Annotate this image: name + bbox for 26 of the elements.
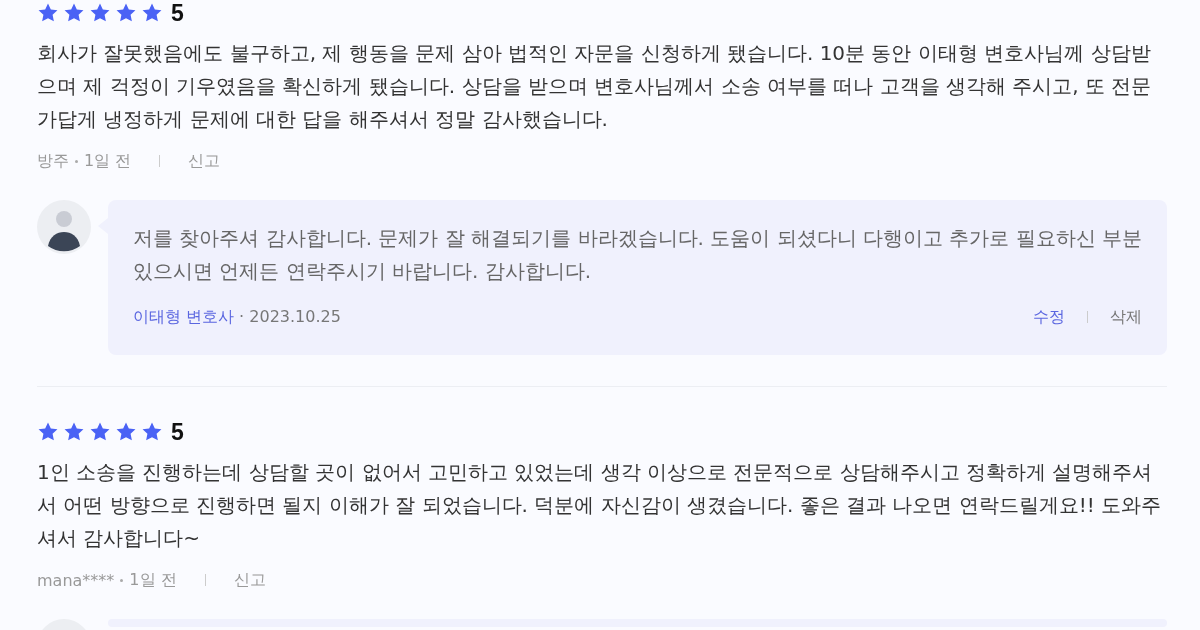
delete-link[interactable]: 삭제 (1110, 306, 1142, 328)
star-icon (115, 421, 137, 443)
reply-date: · 2023.10.25 (239, 306, 341, 328)
reply-text: 저를 찾아주셔 감사합니다. 문제가 잘 해결되기를 바라겠습니다. 도움이 되셨다니 다행이고 추가로 필요하신 부분 있으시면 언제든 연락주시기 바랍니다. 감사합니다. (133, 225, 1142, 285)
edit-link[interactable]: 수정 (1033, 306, 1065, 328)
star-icon (89, 421, 111, 443)
report-link[interactable]: 신고 (188, 150, 221, 172)
star-icon (141, 421, 163, 443)
star-icon (89, 2, 111, 24)
star-icon (37, 2, 59, 24)
star-icon (37, 421, 59, 443)
star-icon (63, 2, 85, 24)
star-icon (115, 2, 137, 24)
review-time: 1일 전 (129, 569, 177, 591)
rating-score: 5 (171, 0, 184, 27)
star-icon (141, 2, 163, 24)
review-text: 1인 소송을 진행하는데 상담할 곳이 없어서 고민하고 있었는데 생각 이상으로 전문적으로 상담해주시고 정확하게 설명해주셔서 어떤 방향으로 진행하면 될지 이해가 잘 되었습니다. 덕분에 자신감이 생겼습니다. 좋은 결과 나오면 연락드릴게요!! 도와주셔서 감사합니다~ (37, 459, 1163, 552)
rating-score: 5 (171, 418, 184, 446)
report-link[interactable]: 신고 (233, 569, 266, 591)
review-time: 1일 전 (84, 150, 132, 172)
review-author: 방주 (37, 150, 69, 172)
avatar-icon (37, 200, 91, 254)
reply-author: 이태형 변호사 (133, 306, 235, 328)
review-text: 회사가 잘못했음에도 불구하고, 제 행동을 문제 삼아 법적인 자문을 신청하게 됐습니다. 10분 동안 이태형 변호사님께 상담받으며 제 걱정이 기우였음을 확신하게 됐습니다. 상담을 받으며 변호사님께서 소송 여부를 떠나 고객을 생각해 주시고, 또 전문가답게 냉정하게 문제에 대한 답을 해주셔서 정말 감사했습니다. (37, 40, 1153, 133)
review-author: mana**** (37, 570, 115, 590)
star-icon (63, 421, 85, 443)
